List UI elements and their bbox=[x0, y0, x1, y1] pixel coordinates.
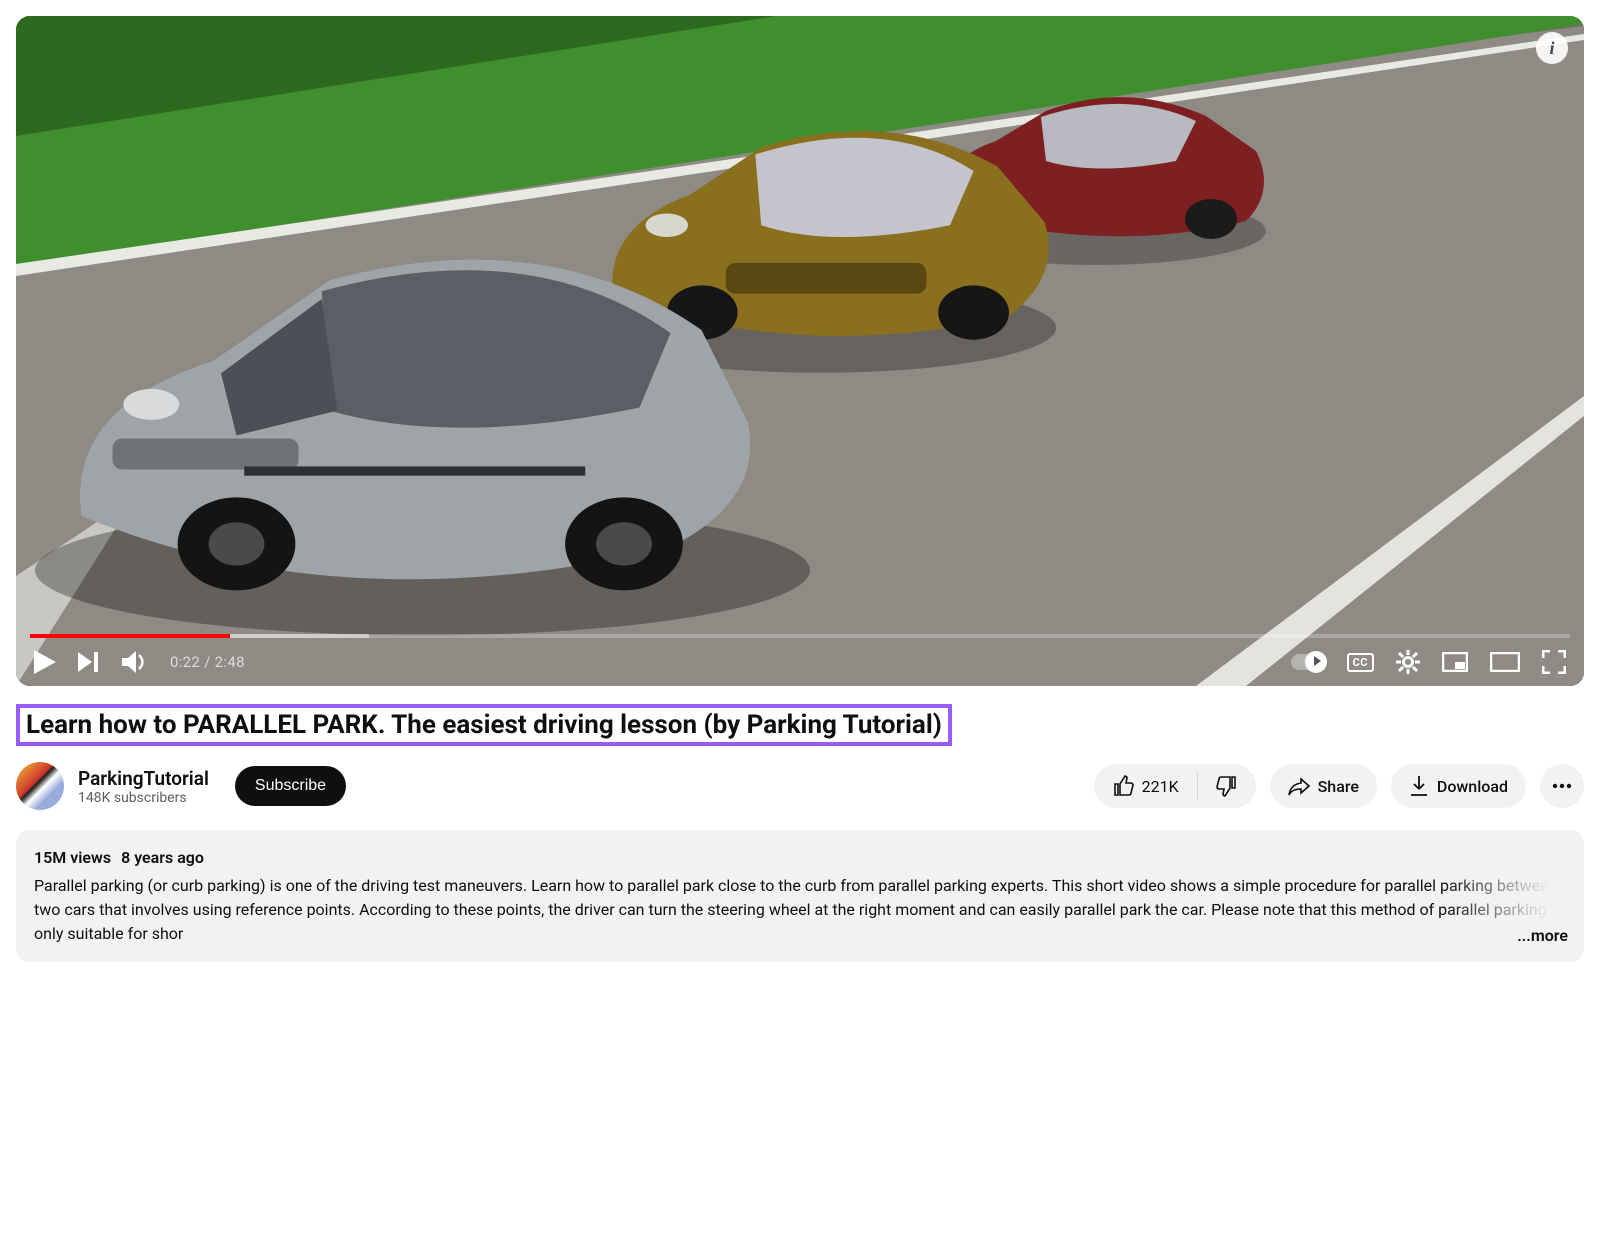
thumbs-up-icon bbox=[1112, 775, 1134, 797]
info-icon[interactable]: i bbox=[1536, 32, 1568, 64]
channel-avatar[interactable] bbox=[16, 762, 64, 810]
like-button[interactable]: 221K bbox=[1094, 764, 1197, 808]
show-more-button[interactable]: ...more bbox=[1511, 924, 1568, 948]
title-highlight-box: Learn how to PARALLEL PARK. The easiest … bbox=[16, 704, 952, 746]
volume-button[interactable] bbox=[122, 651, 148, 673]
meta-row: ParkingTutorial 148K subscribers Subscri… bbox=[16, 762, 1584, 810]
player-controls: 0:22 / 2:48 CC bbox=[16, 638, 1584, 686]
autoplay-toggle[interactable] bbox=[1291, 654, 1325, 670]
fullscreen-button[interactable] bbox=[1542, 650, 1566, 674]
upload-age: 8 years ago bbox=[121, 846, 204, 870]
description-text: Parallel parking (or curb parking) is on… bbox=[34, 874, 1566, 946]
time-display: 0:22 / 2:48 bbox=[170, 653, 245, 671]
thumbs-down-icon bbox=[1216, 775, 1238, 797]
download-icon bbox=[1409, 775, 1429, 797]
current-time: 0:22 bbox=[170, 653, 200, 671]
ellipsis-icon bbox=[1552, 783, 1572, 789]
share-icon bbox=[1288, 776, 1310, 796]
share-button[interactable]: Share bbox=[1270, 764, 1377, 808]
like-dislike-group: 221K bbox=[1094, 764, 1256, 808]
subscriber-count: 148K subscribers bbox=[78, 790, 209, 806]
view-count: 15M views bbox=[34, 846, 111, 870]
download-label: Download bbox=[1437, 777, 1508, 796]
download-button[interactable]: Download bbox=[1391, 764, 1526, 808]
play-button[interactable] bbox=[34, 650, 56, 674]
duration: 2:48 bbox=[215, 653, 245, 671]
video-player[interactable]: i 0:22 / 2:48 CC bbox=[16, 16, 1584, 686]
subscribe-button[interactable]: Subscribe bbox=[235, 766, 346, 806]
like-count: 221K bbox=[1142, 777, 1179, 796]
next-button[interactable] bbox=[78, 652, 100, 672]
time-sep: / bbox=[204, 653, 215, 671]
video-title: Learn how to PARALLEL PARK. The easiest … bbox=[26, 710, 942, 740]
description-box[interactable]: 15M views 8 years ago Parallel parking (… bbox=[16, 830, 1584, 962]
channel-name[interactable]: ParkingTutorial bbox=[78, 767, 209, 790]
cc-label: CC bbox=[1347, 653, 1374, 672]
theater-button[interactable] bbox=[1490, 652, 1520, 672]
settings-button[interactable] bbox=[1396, 650, 1420, 674]
more-actions-button[interactable] bbox=[1540, 764, 1584, 808]
captions-button[interactable]: CC bbox=[1347, 653, 1374, 672]
video-frame bbox=[16, 16, 1584, 686]
share-label: Share bbox=[1318, 777, 1359, 796]
info-icon-glyph: i bbox=[1549, 38, 1554, 59]
miniplayer-button[interactable] bbox=[1442, 652, 1468, 672]
title-section: Learn how to PARALLEL PARK. The easiest … bbox=[16, 704, 1584, 746]
dislike-button[interactable] bbox=[1198, 764, 1256, 808]
